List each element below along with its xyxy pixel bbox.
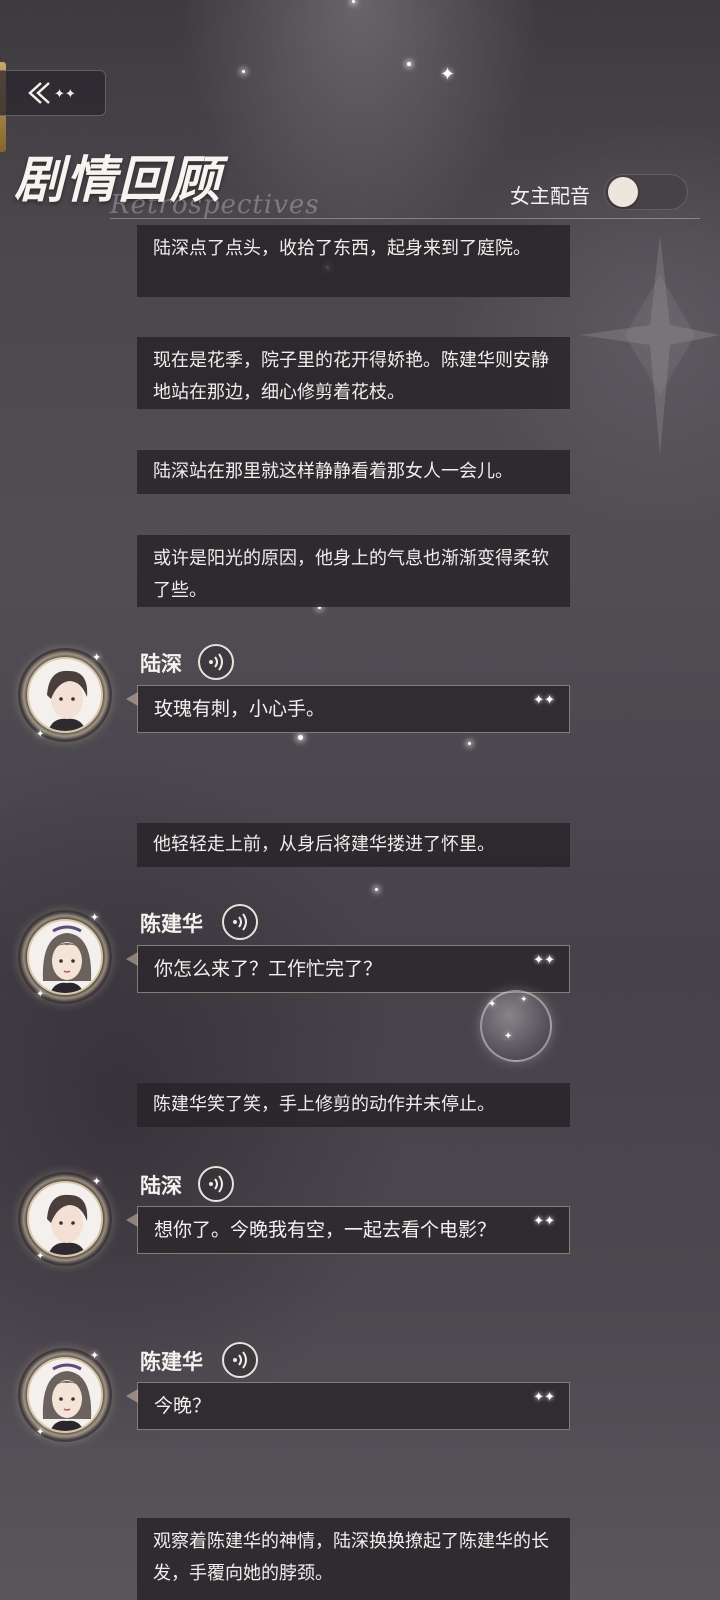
avatar-frame	[18, 910, 112, 1004]
sparkle-dot	[352, 0, 355, 3]
avatar-chenjianhua	[27, 1357, 103, 1433]
dialogue-text: 想你了。今晚我有空，一起去看个电影？	[154, 1219, 497, 1241]
narration-box: 现在是花季，院子里的花开得娇艳。陈建华则安静地站在那边，细心修剪着花枝。	[137, 337, 570, 409]
sparkle-icon: ✦	[504, 1031, 513, 1042]
dialogue-text: 今晚？	[154, 1395, 212, 1417]
speaker-name: 陆深	[140, 651, 182, 676]
voice-toggle-label: 女主配音	[510, 184, 590, 208]
sparkle-icon: ✦	[520, 995, 528, 1005]
avatar-frame	[18, 1348, 112, 1442]
floating-orb-button[interactable]: ✦ ✦ ✦	[480, 990, 552, 1062]
sparkle-icon: ✦	[488, 999, 497, 1010]
sparkle-icon: ✦✦	[533, 1390, 555, 1405]
sound-wave-icon	[233, 913, 247, 931]
sound-wave-icon	[209, 653, 223, 671]
sparkle-icon: ✦	[36, 1251, 45, 1262]
dialogue-text: 玫瑰有刺，小心手。	[154, 698, 326, 720]
sparkle-dot	[468, 742, 471, 745]
avatar-lushen	[27, 657, 103, 733]
sparkle-icon: ✦	[90, 911, 100, 924]
narration-text: 或许是阳光的原因，他身上的气息也渐渐变得柔软了些。	[153, 548, 549, 601]
speaker-name: 陆深	[140, 1173, 182, 1198]
narration-box: 他轻轻走上前，从身后将建华搂进了怀里。	[137, 823, 570, 867]
narration-text: 他轻轻走上前，从身后将建华搂进了怀里。	[153, 834, 495, 855]
narration-text: 陈建华笑了笑，手上修剪的动作并未停止。	[153, 1094, 495, 1115]
sparkle-dot	[242, 70, 245, 73]
narration-text: 陆深站在那里就这样静静看着那女人一会儿。	[153, 461, 513, 482]
narration-text: 观察着陈建华的神情，陆深换换撩起了陈建华的长发，手覆向她的脖颈。	[153, 1531, 549, 1584]
narration-box: 或许是阳光的原因，他身上的气息也渐渐变得柔软了些。	[137, 535, 570, 607]
sound-wave-icon	[233, 1351, 247, 1369]
sparkle-icon: ✦✦	[533, 953, 555, 968]
sparkle-dot	[407, 62, 411, 66]
narration-box: 陆深站在那里就这样静静看着那女人一会儿。	[137, 450, 570, 494]
sparkle-icon: ✦	[36, 729, 45, 740]
sparkle-dot	[375, 888, 378, 891]
audio-play-button[interactable]	[198, 1166, 234, 1202]
sparkle-icon: ✦✦	[533, 1214, 555, 1229]
narration-box: 陆深点了点头，收拾了东西，起身来到了庭院。	[137, 225, 570, 297]
avatar-chenjianhua	[27, 919, 103, 995]
audio-play-button[interactable]	[222, 904, 258, 940]
dialogue-bubble: 玫瑰有刺，小心手。 ✦✦	[126, 685, 570, 733]
sparkle-icon: ✦	[36, 989, 45, 1000]
sparkle-icon: ✦	[36, 1427, 45, 1438]
sound-wave-icon	[209, 1175, 223, 1193]
back-arrow-icon: ✦✦	[27, 82, 76, 104]
svg-text:✦✦: ✦✦	[54, 87, 76, 102]
back-button[interactable]: ✦✦	[0, 70, 106, 116]
sparkle-icon: ✦	[440, 64, 456, 85]
audio-play-button[interactable]	[222, 1342, 258, 1378]
header-divider	[110, 218, 700, 219]
narration-text: 陆深点了点头，收拾了东西，起身来到了庭院。	[153, 238, 531, 259]
dialogue-bubble: 想你了。今晚我有空，一起去看个电影？ ✦✦	[126, 1206, 570, 1254]
audio-play-button[interactable]	[198, 644, 234, 680]
narration-text: 现在是花季，院子里的花开得娇艳。陈建华则安静地站在那边，细心修剪着花枝。	[153, 350, 549, 403]
page-subtitle: Retrospectives	[110, 190, 320, 220]
narration-box: 陈建华笑了笑，手上修剪的动作并未停止。	[137, 1083, 570, 1127]
toggle-knob	[608, 177, 638, 207]
avatar-lushen	[27, 1181, 103, 1257]
narration-box: 观察着陈建华的神情，陆深换换撩起了陈建华的长发，手覆向她的脖颈。	[137, 1518, 570, 1600]
speaker-name: 陈建华	[140, 911, 203, 936]
dialogue-text: 你怎么来了？工作忙完了？	[154, 958, 383, 980]
sparkle-icon: ✦	[92, 1175, 102, 1188]
sparkle-dot	[298, 735, 303, 740]
voice-toggle[interactable]	[604, 174, 688, 210]
dialogue-bubble: 你怎么来了？工作忙完了？ ✦✦	[126, 945, 570, 993]
sparkle-icon: ✦✦	[533, 693, 555, 708]
dialogue-bubble: 今晚？ ✦✦	[126, 1382, 570, 1430]
sparkle-icon: ✦	[92, 651, 102, 664]
sparkle-icon: ✦	[90, 1349, 100, 1362]
speaker-name: 陈建华	[140, 1349, 203, 1374]
